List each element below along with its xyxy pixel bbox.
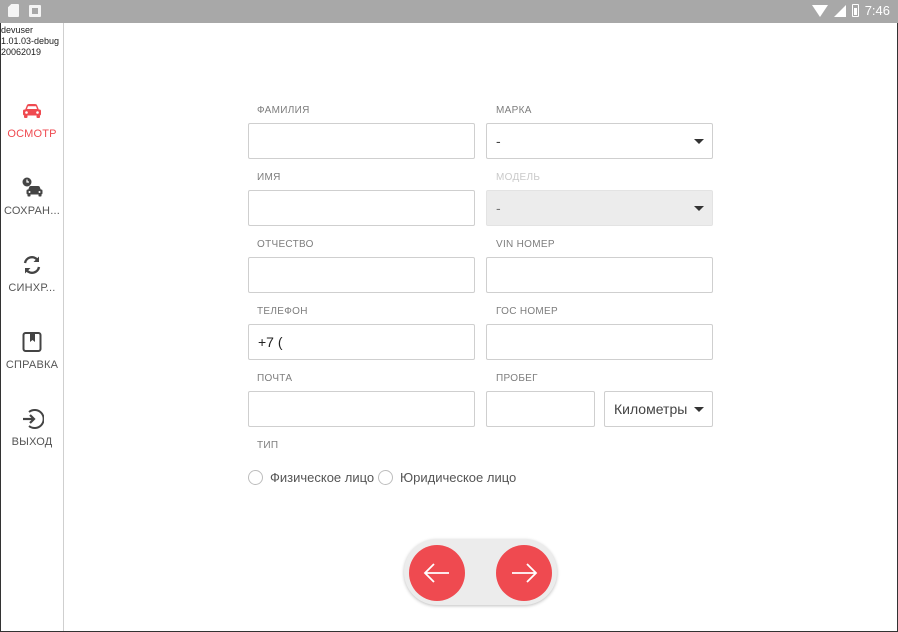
patronymic-label: ОТЧЕСТВО: [257, 239, 314, 250]
mileage-unit-value: Километры: [614, 401, 688, 417]
model-select-value: -: [496, 200, 501, 216]
radio-button[interactable]: [378, 470, 393, 485]
name-field[interactable]: [248, 190, 475, 226]
vin-label: VIN НОМЕР: [496, 239, 555, 250]
status-time: 7:46: [864, 3, 890, 18]
sidebar-item-saved[interactable]: СОХРАН...: [1, 176, 63, 236]
status-bar: 7:46: [0, 0, 898, 23]
sidebar-item-help[interactable]: СПРАВКА: [1, 330, 63, 390]
wifi-icon: [811, 4, 828, 17]
model-label: МОДЕЛЬ: [496, 172, 541, 183]
radio-button[interactable]: [248, 470, 263, 485]
dropdown-arrow-icon: [694, 139, 704, 144]
plate-label: ГОС НОМЕР: [496, 306, 559, 317]
bookmark-icon: [22, 332, 42, 352]
arrow-left-icon: [423, 563, 449, 583]
sidebar-item-label: ВЫХОД: [11, 436, 53, 448]
car-icon: [23, 104, 41, 118]
surname-field[interactable]: [248, 123, 475, 159]
brand-select[interactable]: -: [486, 123, 713, 159]
phone-field[interactable]: [248, 324, 475, 360]
mileage-unit-select[interactable]: Километры: [604, 391, 713, 427]
logout-icon: [23, 409, 44, 429]
battery-icon: [851, 4, 859, 17]
dropdown-arrow-icon: [694, 206, 704, 211]
notification-icon: [29, 5, 41, 17]
mileage-label: ПРОБЕГ: [496, 373, 538, 384]
type-option-legal[interactable]: Юридическое лицо: [378, 470, 516, 485]
sidebar: devuser 1.01.03-debug 20062019 ОСМОТР СО…: [1, 23, 64, 631]
type-option-individual[interactable]: Физическое лицо: [248, 470, 374, 485]
signal-icon: [833, 4, 846, 17]
sd-card-icon: [8, 4, 19, 17]
name-label: ИМЯ: [257, 172, 281, 183]
sidebar-item-label: ОСМОТР: [7, 128, 57, 140]
model-select[interactable]: -: [486, 190, 713, 226]
sidebar-item-sync[interactable]: СИНХР...: [1, 253, 63, 313]
plate-field[interactable]: [486, 324, 713, 360]
patronymic-field[interactable]: [248, 257, 475, 293]
sidebar-item-label: СИНХР...: [8, 282, 56, 294]
version-info: devuser 1.01.03-debug 20062019: [1, 25, 60, 57]
arrow-right-icon: [512, 563, 538, 583]
sidebar-item-exit[interactable]: ВЫХОД: [1, 407, 63, 467]
email-field[interactable]: [248, 391, 475, 427]
type-option-label: Юридическое лицо: [400, 470, 517, 485]
sync-icon: [23, 256, 41, 274]
brand-select-value: -: [496, 133, 501, 149]
type-option-label: Физическое лицо: [270, 470, 375, 485]
vin-field[interactable]: [486, 257, 713, 293]
surname-label: ФАМИЛИЯ: [257, 105, 310, 116]
email-label: ПОЧТА: [257, 373, 293, 384]
sidebar-item-inspection[interactable]: ОСМОТР: [1, 99, 63, 159]
type-label: ТИП: [257, 440, 279, 451]
mileage-field[interactable]: [486, 391, 595, 427]
sidebar-item-label: СПРАВКА: [5, 359, 59, 371]
dropdown-arrow-icon: [694, 407, 704, 412]
phone-label: ТЕЛЕФОН: [257, 306, 308, 317]
brand-label: МАРКА: [496, 105, 532, 116]
back-button[interactable]: [409, 545, 465, 601]
saved-car-icon: [22, 177, 43, 197]
next-button[interactable]: [496, 545, 552, 601]
sidebar-item-label: СОХРАН...: [4, 205, 60, 217]
